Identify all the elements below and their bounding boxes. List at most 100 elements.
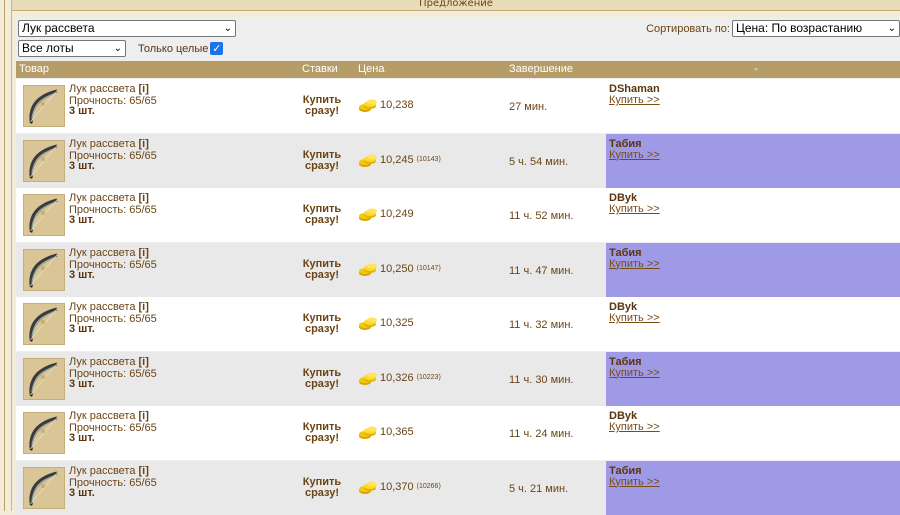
- table-row: Лук рассвета [i] Прочность: 65/65 3 шт. …: [16, 406, 900, 460]
- auction-panel: Лук рассвета ⌄ Все лоты ⌄ Только целые ✓…: [16, 17, 900, 515]
- checkmark-icon: ✓: [212, 42, 222, 55]
- buy-now-button[interactable]: Купить сразу!: [302, 95, 342, 117]
- bow-icon[interactable]: [23, 194, 65, 236]
- buy-link[interactable]: Купить >>: [609, 367, 660, 379]
- bow-icon[interactable]: [23, 412, 65, 454]
- gold-coins-icon: [359, 481, 377, 494]
- table-row: Лук рассвета [i] Прочность: 65/65 3 шт. …: [16, 351, 900, 406]
- item-name[interactable]: Лук рассвета [i]: [69, 464, 149, 477]
- bow-icon[interactable]: [23, 85, 65, 127]
- item-quantity: 3 шт.: [69, 159, 95, 172]
- price-per-unit: (10147): [416, 265, 441, 272]
- item-name[interactable]: Лук рассвета [i]: [69, 302, 149, 313]
- item-select[interactable]: Лук рассвета ⌄: [18, 20, 236, 37]
- item-info-link: [i]: [138, 246, 149, 259]
- lot-price: 10,325: [358, 315, 417, 331]
- buy-link[interactable]: Купить >>: [609, 312, 660, 324]
- gold-coins-icon: [359, 317, 377, 330]
- buy-link[interactable]: Купить >>: [609, 94, 660, 106]
- ending-time: 5 ч. 54 мин.: [509, 155, 569, 168]
- price-value: 10,238: [380, 99, 414, 111]
- buy-now-button[interactable]: Купить сразу!: [302, 258, 342, 281]
- sort-label: Сортировать по:: [646, 22, 730, 35]
- filter-row-1: Лук рассвета ⌄: [18, 20, 236, 37]
- table-row: Лук рассвета [i] Прочность: 65/65 3 шт. …: [16, 242, 900, 297]
- col-bids[interactable]: Ставки: [302, 63, 338, 75]
- gold-coins-icon: [359, 154, 377, 167]
- item-name[interactable]: Лук рассвета [i]: [69, 138, 149, 149]
- buy-now-button[interactable]: Купить сразу!: [302, 313, 342, 335]
- bow-icon[interactable]: [23, 357, 65, 400]
- item-name[interactable]: Лук рассвета [i]: [69, 355, 149, 368]
- filter-row-2: Все лоты ⌄ Только целые ✓: [18, 40, 224, 57]
- seller-cell: DByk Купить >>: [606, 406, 900, 460]
- col-ending[interactable]: Завершение: [509, 63, 573, 75]
- buy-link[interactable]: Купить >>: [609, 476, 660, 488]
- item-info-link: [i]: [138, 355, 149, 368]
- gold-coins-icon: [359, 263, 377, 276]
- only-whole-label: Только целые: [138, 42, 209, 55]
- ending-time: 11 ч. 47 мин.: [509, 264, 574, 277]
- only-whole-checkbox[interactable]: ✓: [210, 42, 224, 55]
- table-row: Лук рассвета [i] Прочность: 65/65 3 шт. …: [16, 297, 900, 351]
- buy-now-button[interactable]: Купить сразу!: [302, 367, 342, 390]
- lot-price: 10,238: [358, 97, 417, 113]
- col-seller: -: [754, 63, 758, 75]
- col-item[interactable]: Товар: [19, 63, 49, 75]
- buy-now-button[interactable]: Купить сразу!: [302, 204, 342, 226]
- buy-link[interactable]: Купить >>: [609, 149, 660, 161]
- bow-icon[interactable]: [23, 139, 65, 182]
- sort-control: Сортировать по: Цена: По возрастанию ⌄: [646, 20, 900, 37]
- price-value: 10,370: [380, 480, 414, 493]
- item-info-link: [i]: [138, 410, 149, 422]
- item-info-link: [i]: [138, 83, 149, 95]
- seller-cell: Табия Купить >>: [606, 351, 900, 406]
- gold-coins-icon: [359, 99, 377, 112]
- lot-price: 10,370 (10266): [358, 479, 441, 495]
- gold-coins-icon: [359, 426, 377, 439]
- item-name[interactable]: Лук рассвета [i]: [69, 83, 149, 95]
- table-header: Товар Ставки Цена Завершение -: [16, 61, 900, 78]
- buy-link[interactable]: Купить >>: [609, 203, 660, 215]
- buy-now-button[interactable]: Купить сразу!: [302, 422, 342, 444]
- price-value: 10,249: [380, 208, 414, 220]
- chevron-down-icon: ⌄: [887, 23, 896, 34]
- seller-cell: DShaman Купить >>: [606, 79, 900, 133]
- table-row: Лук рассвета [i] Прочность: 65/65 3 шт. …: [16, 79, 900, 133]
- ending-time: 11 ч. 52 мин.: [509, 210, 574, 222]
- bow-icon[interactable]: [23, 466, 65, 509]
- lots-select[interactable]: Все лоты ⌄: [18, 40, 126, 57]
- table-row: Лук рассвета [i] Прочность: 65/65 3 шт. …: [16, 460, 900, 515]
- sort-select[interactable]: Цена: По возрастанию ⌄: [732, 20, 900, 37]
- buy-link[interactable]: Купить >>: [609, 258, 660, 270]
- table-row: Лук рассвета [i] Прочность: 65/65 3 шт. …: [16, 188, 900, 242]
- item-name[interactable]: Лук рассвета [i]: [69, 246, 149, 259]
- frame-line: [4, 0, 5, 511]
- col-price[interactable]: Цена: [358, 63, 384, 75]
- price-value: 10,250: [380, 262, 414, 275]
- price-per-unit: (10143): [416, 156, 441, 163]
- buy-now-button[interactable]: Купить сразу!: [302, 149, 342, 172]
- item-select-value: Лук рассвета: [22, 21, 95, 35]
- lot-price: 10,245 (10143): [358, 152, 441, 168]
- item-info-link: [i]: [138, 464, 149, 477]
- item-name[interactable]: Лук рассвета [i]: [69, 410, 149, 422]
- item-quantity: 3 шт.: [69, 486, 95, 499]
- ending-time: 27 мин.: [509, 101, 548, 113]
- lot-price: 10,249: [358, 206, 417, 222]
- gold-coins-icon: [359, 372, 377, 385]
- item-quantity: 3 шт.: [69, 105, 95, 117]
- buy-link[interactable]: Купить >>: [609, 421, 660, 433]
- buy-now-button[interactable]: Купить сразу!: [302, 476, 342, 499]
- left-frame: [0, 0, 12, 511]
- sort-select-value: Цена: По возрастанию: [736, 21, 863, 35]
- bow-icon[interactable]: [23, 248, 65, 291]
- ending-time: 11 ч. 24 мин.: [509, 428, 574, 440]
- item-name[interactable]: Лук рассвета [i]: [69, 193, 149, 204]
- lot-price: 10,250 (10147): [358, 261, 441, 277]
- bow-icon[interactable]: [23, 303, 65, 345]
- section-title: Предложение: [12, 0, 900, 11]
- ending-time: 5 ч. 21 мин.: [509, 482, 569, 495]
- seller-cell: Табия Купить >>: [606, 133, 900, 188]
- price-per-unit: (10266): [416, 483, 441, 490]
